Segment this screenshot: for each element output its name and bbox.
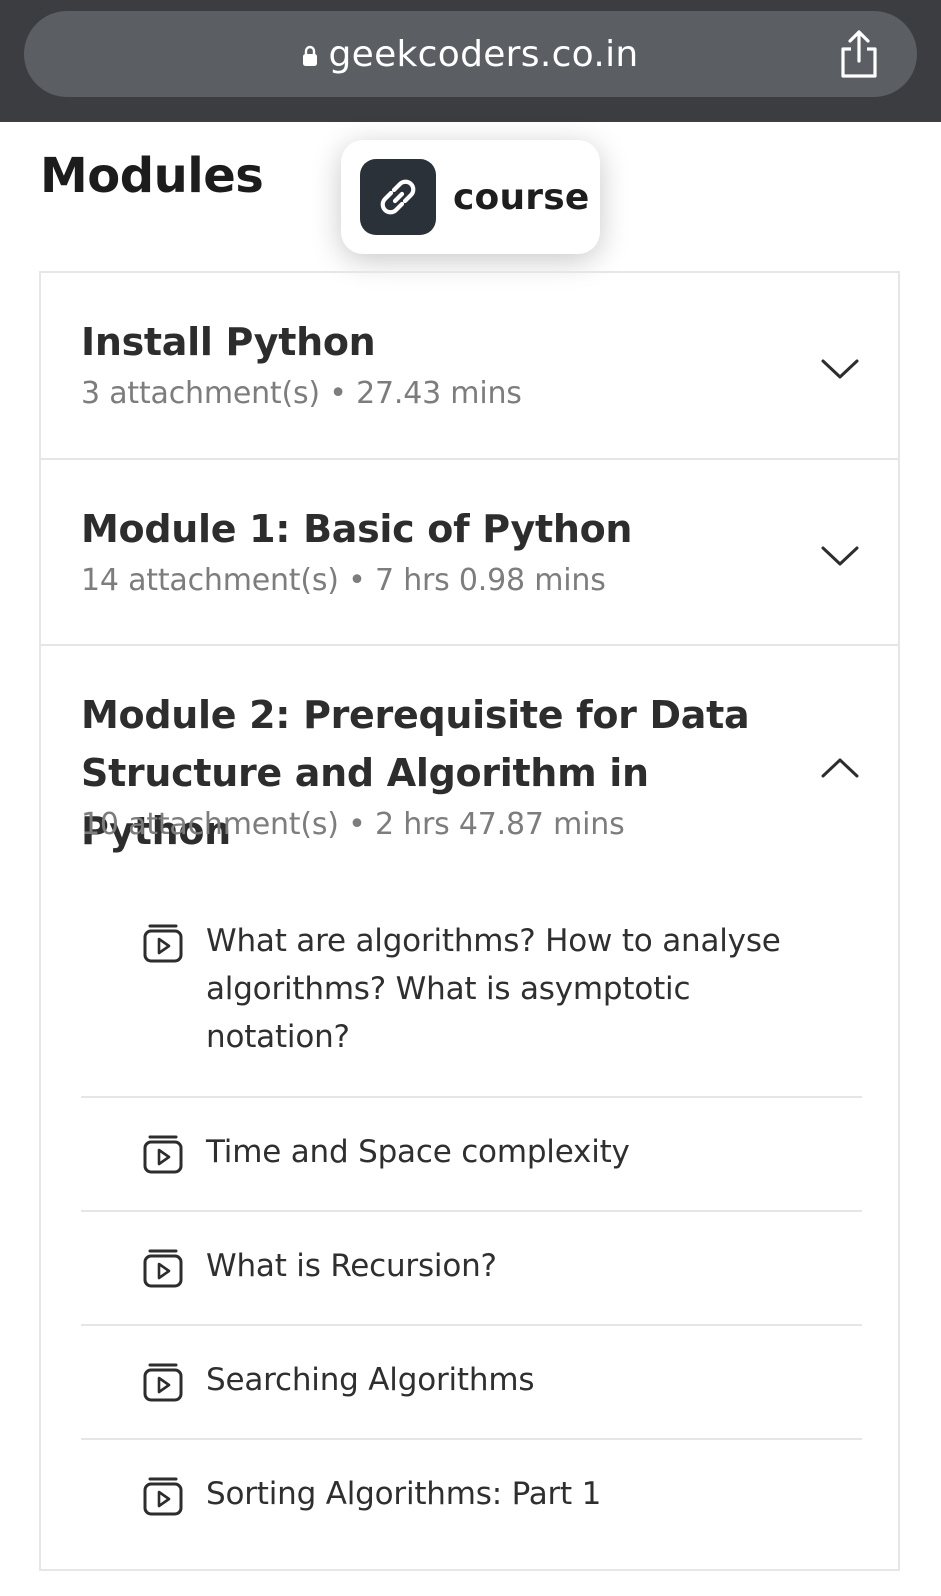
lesson-item[interactable]: Searching Algorithms [81,1326,862,1440]
module-meta: 10 attachment(s) • 2 hrs 47.87 mins [81,807,625,842]
video-lesson-icon [143,924,183,963]
lesson-title: Sorting Algorithms: Part 1 [206,1476,602,1512]
chevron-down-icon[interactable] [820,544,860,568]
module-title: Install Python [81,320,376,364]
course-chip-label: course [453,176,590,218]
module-basic-of-python[interactable]: Module 1: Basic of Python 14 attachment(… [41,460,898,646]
url-text: geekcoders.co.in [328,33,639,75]
modules-list: Install Python 3 attachment(s) • 27.43 m… [39,271,900,1571]
lesson-title: Searching Algorithms [206,1362,535,1398]
video-lesson-icon [143,1135,183,1174]
video-lesson-icon [143,1363,183,1402]
module-title: Module 1: Basic of Python [81,507,633,551]
lesson-item[interactable]: Time and Space complexity [81,1098,862,1212]
video-lesson-icon [143,1249,183,1288]
browser-toolbar: geekcoders.co.in [0,0,941,122]
page-title: Modules [40,148,264,204]
lesson-item[interactable]: Sorting Algorithms: Part 1 [81,1440,862,1554]
address-bar[interactable]: geekcoders.co.in [24,11,917,97]
lock-icon [303,45,318,66]
lesson-item[interactable]: What are algorithms? How to analyse algo… [81,895,862,1098]
link-icon [360,159,436,235]
lesson-title: What are algorithms? How to analyse algo… [206,923,781,1055]
share-icon[interactable] [837,29,881,79]
module-meta: 3 attachment(s) • 27.43 mins [81,376,522,411]
lesson-title: Time and Space complexity [206,1134,630,1170]
module-meta: 14 attachment(s) • 7 hrs 0.98 mins [81,563,606,598]
module-install-python[interactable]: Install Python 3 attachment(s) • 27.43 m… [41,273,898,460]
chevron-down-icon[interactable] [820,357,860,381]
video-lesson-icon [143,1477,183,1516]
chevron-up-icon[interactable] [820,756,860,780]
module-dsa-prerequisite[interactable]: Module 2: Prerequisite for Data Structur… [41,646,898,1596]
course-link-chip[interactable]: course [341,140,600,254]
lesson-item[interactable]: What is Recursion? [81,1212,862,1326]
lesson-title: What is Recursion? [206,1248,497,1284]
